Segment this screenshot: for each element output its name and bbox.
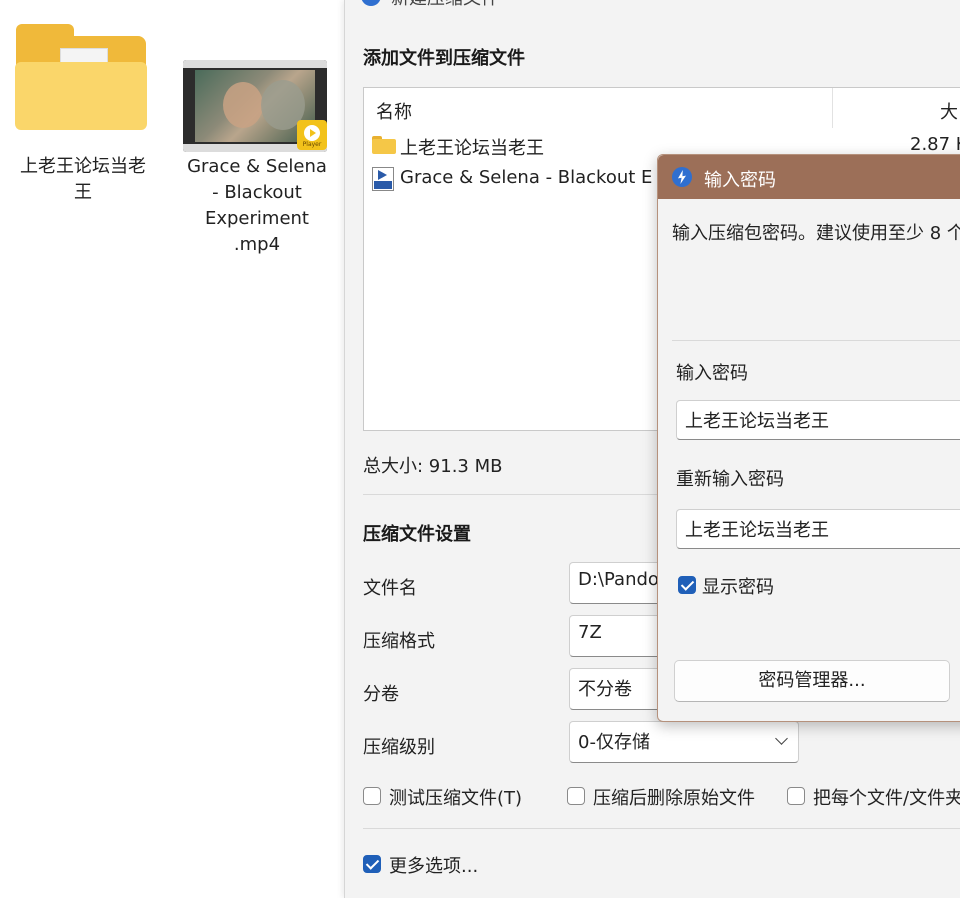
more-options-label: 更多选项...: [389, 856, 479, 877]
filename-label: 文件名: [363, 578, 417, 599]
password-input[interactable]: 上老王论坛当老王: [676, 400, 960, 440]
folder-icon: [15, 20, 156, 130]
desktop-item-label: 上老王论坛当老 王: [20, 156, 146, 203]
test-archive-checkbox[interactable]: [363, 787, 381, 805]
column-separator[interactable]: [832, 88, 833, 128]
chevron-down-icon: [775, 732, 788, 745]
desktop-item-folder[interactable]: 上老王论坛当老 王: [8, 20, 158, 210]
total-size: 总大小: 91.3 MB: [363, 456, 503, 477]
desktop-item-label: Grace & Selena - Blackout Experiment .mp…: [187, 156, 327, 255]
window-title-bar: 新建压缩文件: [345, 0, 960, 10]
level-select-value: 0-仅存储: [578, 732, 650, 753]
password-dialog: 输入密码 输入压缩包密码。建议使用至少 8 个 输入密码 上老王论坛当老王 重新…: [657, 154, 960, 722]
each-file-option[interactable]: 把每个文件/文件夹: [787, 784, 960, 810]
level-select[interactable]: 0-仅存储: [569, 721, 799, 763]
level-label: 压缩级别: [363, 737, 435, 758]
test-archive-option[interactable]: 测试压缩文件(T): [363, 784, 553, 810]
show-password-option[interactable]: 显示密码: [676, 573, 796, 599]
confirm-password-input[interactable]: 上老王论坛当老王: [676, 509, 960, 549]
list-item-name: Grace & Selena - Blackout E: [400, 167, 653, 188]
delete-after-checkbox[interactable]: [567, 787, 585, 805]
app-icon: [361, 0, 381, 6]
password-manager-button[interactable]: 密码管理器...: [674, 660, 950, 702]
divider: [363, 828, 960, 829]
column-header-size[interactable]: 大: [940, 98, 958, 124]
delete-after-option[interactable]: 压缩后删除原始文件: [567, 784, 777, 810]
add-files-section-title: 添加文件到压缩文件: [363, 48, 525, 69]
list-item-size: 2.87 K: [910, 134, 960, 155]
player-badge: Player: [297, 120, 327, 150]
split-label: 分卷: [363, 684, 399, 705]
desktop-item-video[interactable]: Player Grace & Selena - Blackout Experim…: [178, 58, 336, 268]
more-options-checkbox[interactable]: [363, 855, 381, 873]
password-label: 输入密码: [676, 363, 748, 384]
dialog-title: 输入密码: [704, 170, 776, 191]
archive-settings-title: 压缩文件设置: [363, 524, 471, 545]
divider: [672, 340, 960, 341]
app-icon: [672, 167, 692, 187]
mp4-file-icon: [372, 167, 394, 191]
show-password-checkbox[interactable]: [678, 576, 696, 594]
video-file-icon: Player: [183, 60, 327, 152]
confirm-password-label: 重新输入密码: [676, 469, 784, 490]
folder-icon: [372, 136, 396, 154]
column-header-name[interactable]: 名称: [376, 98, 412, 124]
window-title: 新建压缩文件: [391, 0, 499, 10]
format-label: 压缩格式: [363, 631, 435, 652]
more-options-toggle[interactable]: 更多选项...: [363, 852, 523, 878]
dialog-title-bar: 输入密码: [658, 155, 960, 199]
test-archive-label: 测试压缩文件(T): [389, 788, 523, 809]
dialog-description: 输入压缩包密码。建议使用至少 8 个: [672, 223, 960, 244]
show-password-label: 显示密码: [702, 577, 774, 598]
player-badge-label: Player: [302, 141, 322, 148]
delete-after-label: 压缩后删除原始文件: [593, 788, 755, 809]
each-file-checkbox[interactable]: [787, 787, 805, 805]
each-file-label: 把每个文件/文件夹: [813, 788, 960, 809]
list-item-name: 上老王论坛当老王: [400, 138, 544, 159]
